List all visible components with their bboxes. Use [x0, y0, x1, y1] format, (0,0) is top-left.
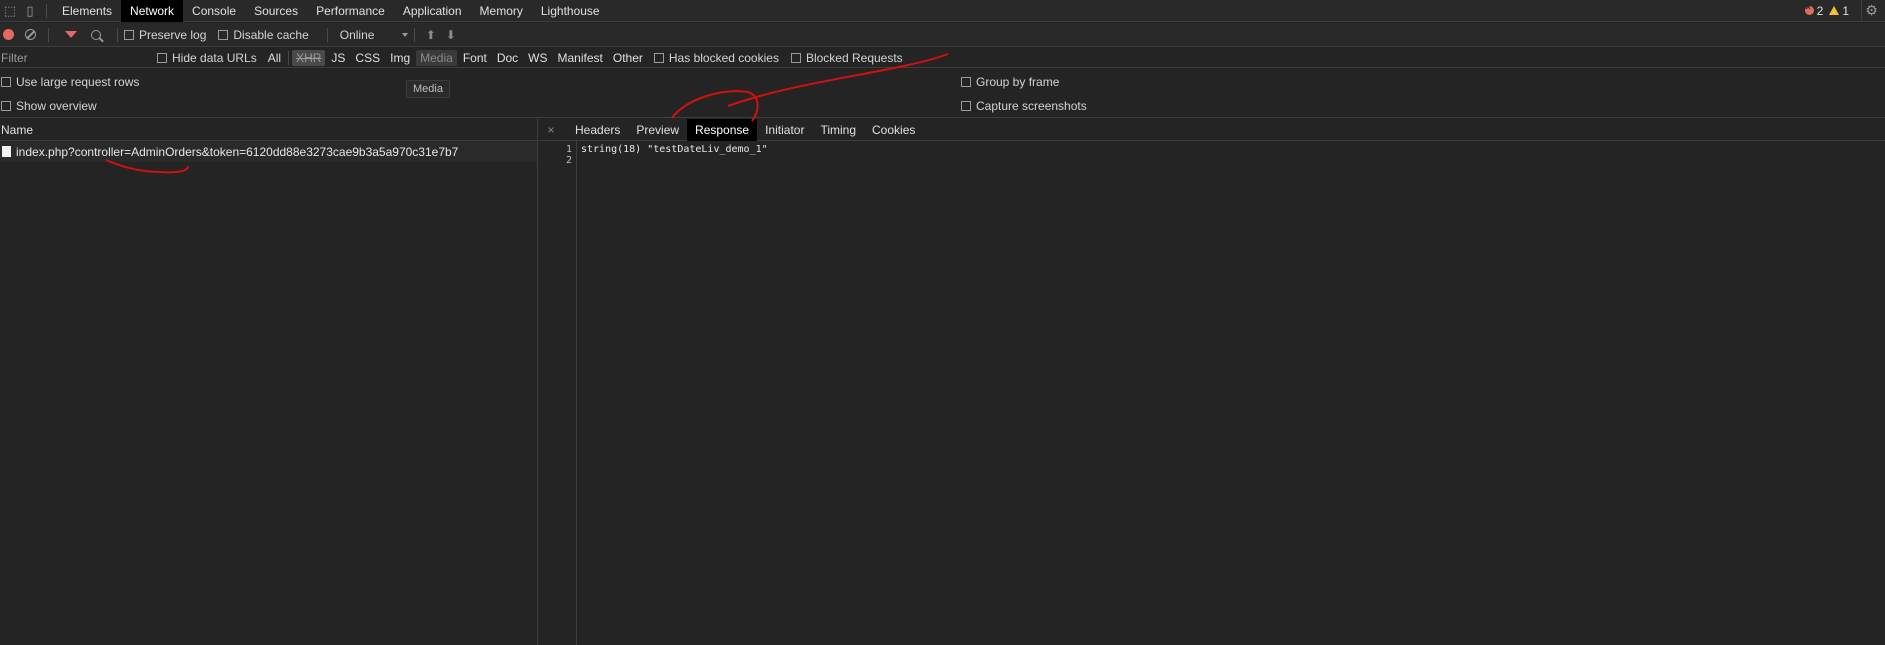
- type-filter-xhr[interactable]: XHR: [292, 49, 326, 66]
- separator: [288, 50, 290, 65]
- record-icon[interactable]: [3, 29, 14, 40]
- chevron-down-icon: [401, 32, 408, 37]
- line-number: 1: [565, 144, 572, 155]
- preserve-log-label: Preserve log: [139, 27, 207, 42]
- tab-elements[interactable]: Elements: [53, 0, 121, 22]
- tab-preview[interactable]: Preview: [628, 119, 687, 141]
- capture-screenshots-label: Capture screenshots: [976, 99, 1087, 113]
- settings-panel: Use large request rows Show overview Gro…: [0, 69, 1885, 118]
- warning-count: 1: [1842, 3, 1849, 18]
- issues-counter[interactable]: 2 1 ⚙: [1804, 0, 1885, 22]
- request-list: Name index.php?controller=AdminOrders&to…: [0, 119, 538, 645]
- tab-initiator[interactable]: Initiator: [757, 119, 812, 141]
- separator: [48, 27, 49, 42]
- has-blocked-cookies-checkbox[interactable]: Has blocked cookies: [653, 50, 779, 65]
- checkbox-box[interactable]: [790, 52, 801, 63]
- error-icon: [1804, 2, 1814, 15]
- show-overview-checkbox[interactable]: Show overview: [1, 99, 97, 113]
- warning-icon: [1829, 6, 1840, 15]
- search-icon[interactable]: [91, 29, 101, 40]
- error-count: 2: [1816, 3, 1824, 18]
- blocked-requests-label: Blocked Requests: [805, 50, 903, 65]
- tab-lighthouse[interactable]: Lighthouse: [532, 0, 609, 22]
- gear-icon[interactable]: ⚙: [1861, 0, 1881, 22]
- throttling-select[interactable]: Online: [340, 28, 408, 42]
- line-number: 2: [565, 155, 572, 166]
- type-filter-ws[interactable]: WS: [524, 50, 551, 66]
- tab-headers[interactable]: Headers: [567, 119, 628, 141]
- separator: [117, 27, 118, 42]
- checkbox-box[interactable]: [653, 52, 664, 63]
- response-viewer[interactable]: 1 2 string(18) "testDateLiv_demo_1": [539, 141, 1885, 645]
- table-row[interactable]: index.php?controller=AdminOrders&token=6…: [0, 141, 537, 162]
- export-har-icon[interactable]: ⬇: [441, 28, 461, 42]
- tab-cookies[interactable]: Cookies: [864, 119, 923, 141]
- tab-response[interactable]: Response: [687, 118, 758, 141]
- request-details: × Headers Preview Response Initiator Tim…: [539, 118, 1885, 645]
- group-by-frame-label: Group by frame: [976, 75, 1060, 89]
- request-name[interactable]: index.php?controller=AdminOrders&token=6…: [16, 145, 458, 159]
- capture-screenshots-checkbox[interactable]: Capture screenshots: [961, 99, 1087, 113]
- inspect-element-icon[interactable]: ⬚: [0, 0, 20, 22]
- hide-data-urls-label: Hide data URLs: [172, 50, 257, 65]
- tab-memory[interactable]: Memory: [471, 0, 532, 22]
- details-tabbar: × Headers Preview Response Initiator Tim…: [539, 118, 1885, 141]
- checkbox-box[interactable]: [1, 77, 11, 87]
- checkbox-box[interactable]: [124, 29, 134, 40]
- blocked-requests-checkbox[interactable]: Blocked Requests: [790, 50, 903, 65]
- tab-timing[interactable]: Timing: [812, 119, 864, 141]
- media-tooltip: Media: [406, 80, 450, 98]
- checkbox-box[interactable]: [961, 77, 971, 87]
- type-filter-js[interactable]: JS: [327, 50, 349, 66]
- has-blocked-cookies-label: Has blocked cookies: [668, 50, 779, 65]
- line-numbers: 1 2: [539, 141, 577, 645]
- type-filter-manifest[interactable]: Manifest: [554, 50, 607, 66]
- large-rows-checkbox[interactable]: Use large request rows: [1, 75, 139, 89]
- separator: [46, 3, 47, 18]
- response-line: string(18) "testDateLiv_demo_1": [581, 144, 768, 155]
- document-icon: [2, 146, 11, 157]
- type-filter-css[interactable]: CSS: [351, 50, 384, 66]
- clear-icon[interactable]: [25, 29, 36, 40]
- type-filter-doc[interactable]: Doc: [493, 50, 522, 66]
- devtools-tabbar: ⬚ ▯ Elements Network Console Sources Per…: [0, 0, 1885, 22]
- type-filter-font[interactable]: Font: [459, 50, 491, 66]
- throttling-value: Online: [339, 27, 375, 42]
- show-overview-label: Show overview: [16, 99, 97, 113]
- separator: [413, 27, 415, 42]
- type-filter-other[interactable]: Other: [609, 50, 647, 66]
- checkbox-box[interactable]: [1, 101, 11, 111]
- network-toolbar: Preserve log Disable cache Online ⬆ ⬇: [0, 23, 1885, 47]
- hide-data-urls-checkbox[interactable]: Hide data URLs: [157, 51, 257, 65]
- name-column-header[interactable]: Name: [0, 119, 537, 141]
- filter-bar: Filter Hide data URLs All XHR JS CSS Img…: [0, 48, 1885, 68]
- device-toolbar-icon[interactable]: ▯: [20, 0, 40, 22]
- disable-cache-checkbox[interactable]: Disable cache: [218, 27, 309, 42]
- type-filter-media[interactable]: Media: [416, 49, 457, 66]
- type-filter-img[interactable]: Img: [386, 50, 414, 66]
- disable-cache-label: Disable cache: [233, 27, 309, 42]
- import-har-icon[interactable]: ⬆: [421, 28, 441, 42]
- filter-input[interactable]: Filter: [0, 48, 150, 68]
- tab-sources[interactable]: Sources: [245, 0, 307, 22]
- tab-network[interactable]: Network: [121, 0, 184, 22]
- checkbox-box[interactable]: [961, 101, 971, 111]
- separator: [326, 27, 328, 42]
- checkbox-box[interactable]: [157, 52, 167, 63]
- tab-application[interactable]: Application: [394, 0, 471, 22]
- tab-console[interactable]: Console: [183, 0, 245, 22]
- group-by-frame-checkbox[interactable]: Group by frame: [961, 75, 1059, 89]
- tab-performance[interactable]: Performance: [307, 0, 394, 22]
- close-icon[interactable]: ×: [541, 123, 561, 137]
- preserve-log-checkbox[interactable]: Preserve log: [124, 28, 206, 42]
- large-rows-label: Use large request rows: [16, 75, 140, 89]
- response-body[interactable]: string(18) "testDateLiv_demo_1": [577, 141, 768, 645]
- checkbox-box[interactable]: [218, 29, 229, 40]
- type-filter-all[interactable]: All: [264, 50, 285, 66]
- filter-icon[interactable]: [65, 31, 77, 38]
